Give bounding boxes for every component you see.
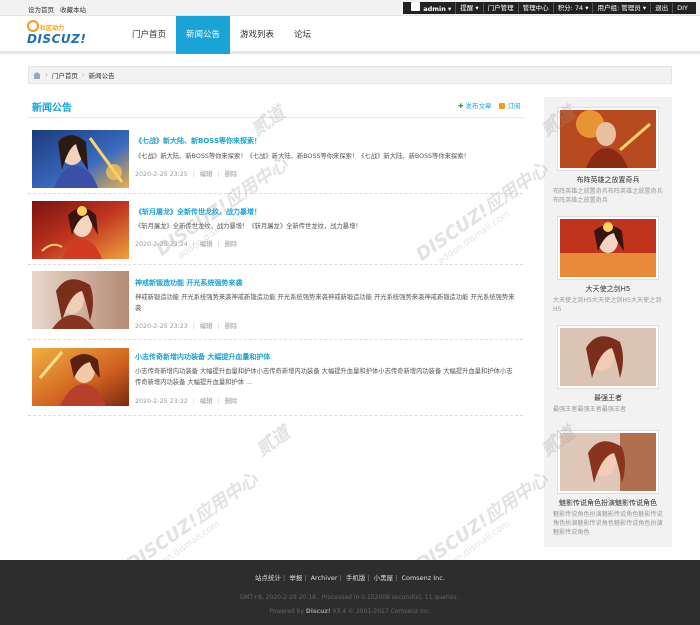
game-desc: 最强王者最强王者最强王者 <box>553 406 627 413</box>
subscribe-button[interactable]: 订阅 <box>499 100 520 110</box>
game-desc: 魅影传说角色扮演魅影传说角色魅影传说角色扮演魅影传说角色魅影传说角色扮演魅影传说… <box>553 511 663 536</box>
home-icon[interactable] <box>33 71 41 79</box>
game-card[interactable]: 布阵英雄之放置奇兵 布阵英雄之放置奇兵布阵英雄之放置奇兵布阵英雄之放置奇兵 <box>553 107 663 205</box>
article-date: 2020-2-25 23:25 <box>135 171 188 178</box>
article-meta: 2020-2-25 23:22 | 编辑 | 删除 <box>135 398 238 405</box>
article-title-link[interactable]: 神戒新锻造功能 开光系统强势来袭 <box>135 278 242 288</box>
article-meta: 2020-2-25 23:24 | 编辑 | 删除 <box>135 241 238 248</box>
game-desc: 布阵英雄之放置奇兵布阵英雄之放置奇兵布阵英雄之放置奇兵 <box>553 188 663 204</box>
article-title-link[interactable]: 《斩月屠龙》全新传世龙纹，战力暴增！ <box>135 207 261 217</box>
breadcrumb-item-news[interactable]: 新闻公告 <box>89 70 115 80</box>
main-nav: 门户首页 新闻公告 游戏列表 论坛 <box>122 16 321 54</box>
user-menu[interactable]: admin ▾ <box>407 2 457 14</box>
footer-link-report[interactable]: 举报 <box>289 574 302 582</box>
game-thumbnail[interactable] <box>560 433 656 491</box>
article-item: 小志传奇新增内功装备 大幅提升血量和护体 小志传奇新增内功装备 大幅提升血量和护… <box>28 340 523 416</box>
footer-copyright: Powered by Discuz! X3.4 © 2001-2017 Coms… <box>269 608 431 615</box>
article-item: 《七战》新大陆、新BOSS等你来探索！ 《七战》新大陆、新BOSS等你来探索！《… <box>28 124 523 194</box>
game-card[interactable]: 魅影传说角色扮演魅影传说角色 魅影传说角色扮演魅影传说角色魅影传说角色扮演魅影传… <box>553 430 663 537</box>
edit-link[interactable]: 编辑 <box>200 398 213 405</box>
breadcrumb-separator: › <box>45 71 48 79</box>
article-date: 2020-2-25 23:23 <box>135 323 188 330</box>
footer-info: GMT+8, 2020-2-29 20:18 , Processed in 0.… <box>239 594 461 601</box>
article-thumbnail[interactable] <box>32 130 129 188</box>
admin-center-link[interactable]: 管理中心 <box>519 3 554 13</box>
post-article-button[interactable]: ✚ 发布文章 <box>458 100 491 110</box>
game-desc: 大天使之剑H5大天使之剑H5大天使之剑H5 <box>553 297 662 313</box>
footer-link-blackroom[interactable]: 小黑屋 <box>374 574 394 582</box>
nav-item-games[interactable]: 游戏列表 <box>230 16 284 54</box>
article-item: 《斩月屠龙》全新传世龙纹，战力暴增！ 《斩月屠龙》全新传世龙纹，战力暴增！《斩月… <box>28 194 523 265</box>
article-item: 神戒新锻造功能 开光系统强势来袭 神戒新锻造功能 开光系统强势来袭神戒新锻造功能… <box>28 265 523 340</box>
discuz-link[interactable]: Discuz! <box>306 608 331 615</box>
article-summary: 《斩月屠龙》全新传世龙纹，战力暴增！《斩月屠龙》全新传世龙纹，战力暴增！ <box>135 223 362 230</box>
rss-icon <box>499 103 506 109</box>
top-bar: 设为首页 收藏本站 admin ▾ 提醒 ▾ 门户管理 管理中心 积分: 74 … <box>0 0 700 16</box>
sidebar-game-list: 布阵英雄之放置奇兵 布阵英雄之放置奇兵布阵英雄之放置奇兵布阵英雄之放置奇兵 大天… <box>544 97 672 547</box>
footer-link-stats[interactable]: 站点统计 <box>255 574 281 582</box>
article-thumbnail[interactable] <box>32 348 129 406</box>
footer: 站点统计 | 举报 | Archiver | 手机版 | 小黑屋 | Comsenz In… <box>0 560 700 625</box>
credits-link[interactable]: 积分: 74 ▾ <box>554 3 594 13</box>
usergroup-link[interactable]: 用户组: 管理员 ▾ <box>593 3 652 13</box>
game-name[interactable]: 大天使之剑H5 <box>557 284 659 294</box>
breadcrumb-item-portal[interactable]: 门户首页 <box>52 70 78 80</box>
breadcrumb-separator: › <box>81 71 85 79</box>
article-thumbnail[interactable] <box>32 201 129 259</box>
article-summary: 小志传奇新增内功装备 大幅提升血量和护体小志传奇新增内功装备 大幅提升血量和护体… <box>135 368 513 386</box>
list-actions: ✚ 发布文章 订阅 <box>458 100 520 110</box>
diy-link[interactable]: DIY <box>673 3 692 13</box>
article-thumbnail[interactable] <box>32 271 129 329</box>
game-thumbnail[interactable] <box>560 328 656 386</box>
game-card[interactable]: 大天使之剑H5 大天使之剑H5大天使之剑H5大天使之剑H5 <box>553 216 661 314</box>
article-title-link[interactable]: 小志传奇新增内功装备 大幅提升血量和护体 <box>135 352 270 362</box>
article-meta: 2020-2-25 23:23 | 编辑 | 删除 <box>135 323 238 330</box>
article-title-link[interactable]: 《七战》新大陆、新BOSS等你来探索！ <box>135 136 261 146</box>
game-thumbnail[interactable] <box>560 110 656 168</box>
notice-link[interactable]: 提醒 ▾ <box>456 3 484 13</box>
site-logo[interactable]: 社区动力 DISCUZ! <box>27 20 86 48</box>
nav-item-forum[interactable]: 论坛 <box>284 16 321 54</box>
article-summary: 《七战》新大陆、新BOSS等你来探索！《七战》新大陆、新BOSS等你来探索！《七… <box>135 153 470 160</box>
nav-item-news[interactable]: 新闻公告 <box>176 16 231 54</box>
plus-icon: ✚ <box>458 102 464 110</box>
footer-links: 站点统计 | 举报 | Archiver | 手机版 | 小黑屋 | Comsenz In… <box>255 574 445 582</box>
page-title: 新闻公告 <box>32 103 72 114</box>
edit-link[interactable]: 编辑 <box>200 171 213 178</box>
footer-link-archiver[interactable]: Archiver <box>311 574 338 582</box>
avatar <box>411 2 421 11</box>
nav-item-portal[interactable]: 门户首页 <box>122 16 176 54</box>
delete-link[interactable]: 删除 <box>225 323 238 330</box>
game-name[interactable]: 布阵英雄之放置奇兵 <box>557 175 659 185</box>
footer-link-comsenz[interactable]: Comsenz Inc. <box>401 574 445 582</box>
game-name[interactable]: 魅影传说角色扮演魅影传说角色 <box>557 498 659 508</box>
edit-link[interactable]: 编辑 <box>200 323 213 330</box>
bookmark-site-link[interactable]: 收藏本站 <box>60 4 86 14</box>
footer-link-mobile[interactable]: 手机版 <box>346 574 366 582</box>
delete-link[interactable]: 删除 <box>225 398 238 405</box>
edit-link[interactable]: 编辑 <box>200 241 213 248</box>
portal-manage-link[interactable]: 门户管理 <box>484 3 519 13</box>
set-homepage-link[interactable]: 设为首页 <box>28 4 54 14</box>
user-bar: admin ▾ 提醒 ▾ 门户管理 管理中心 积分: 74 ▾ 用户组: 管理员… <box>403 2 696 14</box>
title-divider <box>28 117 523 118</box>
article-summary: 神戒新锻造功能 开光系统强势来袭神戒新锻造功能 开光系统强势来袭神戒新锻造功能 … <box>135 294 515 312</box>
game-card[interactable]: 最强王者 最强王者最强王者最强王者 <box>553 325 659 414</box>
logo-bubble-icon <box>27 20 39 32</box>
article-meta: 2020-2-25 23:25 | 编辑 | 删除 <box>135 171 238 178</box>
article-date: 2020-2-25 23:22 <box>135 398 188 405</box>
watermark: 贰道 <box>252 422 294 461</box>
header: 社区动力 DISCUZ! 门户首页 新闻公告 游戏列表 论坛 <box>0 16 700 54</box>
game-thumbnail[interactable] <box>560 219 656 277</box>
delete-link[interactable]: 删除 <box>225 241 238 248</box>
delete-link[interactable]: 删除 <box>225 171 238 178</box>
article-date: 2020-2-25 23:24 <box>135 241 188 248</box>
breadcrumb: › 门户首页 › 新闻公告 <box>28 66 672 84</box>
logout-link[interactable]: 退出 <box>651 3 674 13</box>
game-name[interactable]: 最强王者 <box>557 393 659 403</box>
